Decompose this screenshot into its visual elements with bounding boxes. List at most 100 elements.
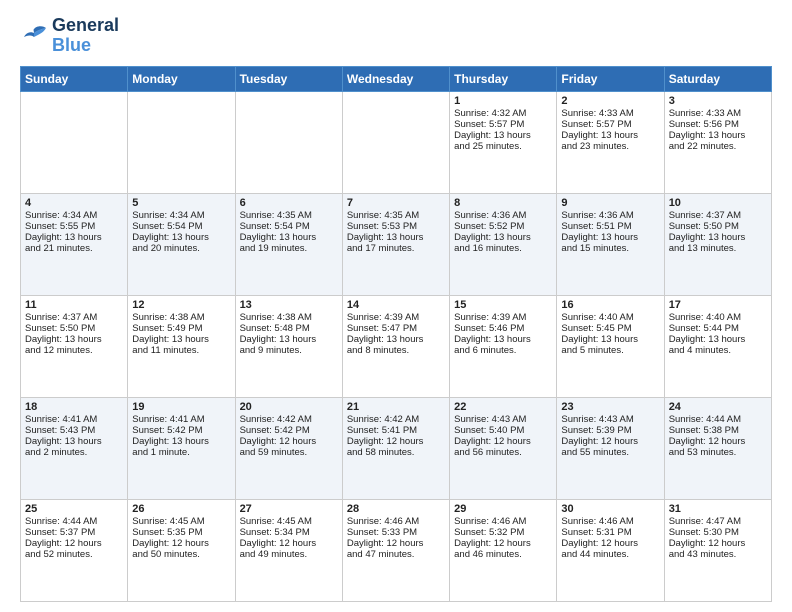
day-info: and 44 minutes. [561, 549, 659, 560]
calendar-cell: 30Sunrise: 4:46 AMSunset: 5:31 PMDayligh… [557, 499, 664, 601]
calendar-cell: 5Sunrise: 4:34 AMSunset: 5:54 PMDaylight… [128, 193, 235, 295]
header-tuesday: Tuesday [235, 66, 342, 91]
day-number: 12 [132, 299, 230, 311]
day-info: Daylight: 13 hours [132, 436, 230, 447]
day-number: 24 [669, 401, 767, 413]
day-info: Sunrise: 4:44 AM [25, 516, 123, 527]
day-info: and 25 minutes. [454, 141, 552, 152]
day-info: Sunrise: 4:44 AM [669, 414, 767, 425]
day-info: Sunset: 5:32 PM [454, 527, 552, 538]
calendar-cell: 3Sunrise: 4:33 AMSunset: 5:56 PMDaylight… [664, 91, 771, 193]
day-number: 21 [347, 401, 445, 413]
day-info: and 15 minutes. [561, 243, 659, 254]
day-number: 27 [240, 503, 338, 515]
day-info: Sunset: 5:45 PM [561, 323, 659, 334]
day-info: Sunset: 5:42 PM [132, 425, 230, 436]
calendar-cell: 14Sunrise: 4:39 AMSunset: 5:47 PMDayligh… [342, 295, 449, 397]
day-number: 10 [669, 197, 767, 209]
day-info: Sunrise: 4:32 AM [454, 108, 552, 119]
calendar-week-row: 1Sunrise: 4:32 AMSunset: 5:57 PMDaylight… [21, 91, 772, 193]
day-number: 4 [25, 197, 123, 209]
day-info: Sunset: 5:56 PM [669, 119, 767, 130]
day-info: and 9 minutes. [240, 345, 338, 356]
day-info: Daylight: 13 hours [669, 130, 767, 141]
day-info: Sunset: 5:33 PM [347, 527, 445, 538]
calendar-cell: 16Sunrise: 4:40 AMSunset: 5:45 PMDayligh… [557, 295, 664, 397]
calendar-cell: 22Sunrise: 4:43 AMSunset: 5:40 PMDayligh… [450, 397, 557, 499]
day-info: Daylight: 12 hours [454, 538, 552, 549]
header-monday: Monday [128, 66, 235, 91]
day-number: 18 [25, 401, 123, 413]
day-number: 29 [454, 503, 552, 515]
calendar-cell: 19Sunrise: 4:41 AMSunset: 5:42 PMDayligh… [128, 397, 235, 499]
calendar-cell: 20Sunrise: 4:42 AMSunset: 5:42 PMDayligh… [235, 397, 342, 499]
day-info: Daylight: 13 hours [132, 232, 230, 243]
day-info: Sunset: 5:46 PM [454, 323, 552, 334]
calendar-cell: 28Sunrise: 4:46 AMSunset: 5:33 PMDayligh… [342, 499, 449, 601]
day-info: Daylight: 13 hours [669, 232, 767, 243]
day-info: Daylight: 13 hours [454, 334, 552, 345]
day-info: Daylight: 13 hours [347, 232, 445, 243]
day-info: and 52 minutes. [25, 549, 123, 560]
day-number: 28 [347, 503, 445, 515]
day-info: Sunrise: 4:37 AM [25, 312, 123, 323]
day-info: Sunset: 5:34 PM [240, 527, 338, 538]
day-info: Daylight: 13 hours [561, 334, 659, 345]
day-number: 30 [561, 503, 659, 515]
calendar-cell: 8Sunrise: 4:36 AMSunset: 5:52 PMDaylight… [450, 193, 557, 295]
day-info: and 8 minutes. [347, 345, 445, 356]
day-info: Sunrise: 4:40 AM [669, 312, 767, 323]
calendar-week-row: 11Sunrise: 4:37 AMSunset: 5:50 PMDayligh… [21, 295, 772, 397]
day-info: Sunset: 5:49 PM [132, 323, 230, 334]
day-info: Daylight: 13 hours [454, 130, 552, 141]
day-number: 1 [454, 95, 552, 107]
day-info: and 2 minutes. [25, 447, 123, 458]
day-info: Daylight: 12 hours [132, 538, 230, 549]
day-info: Sunrise: 4:46 AM [561, 516, 659, 527]
day-number: 20 [240, 401, 338, 413]
day-info: Sunrise: 4:43 AM [561, 414, 659, 425]
day-info: and 4 minutes. [669, 345, 767, 356]
day-info: and 17 minutes. [347, 243, 445, 254]
day-info: Sunrise: 4:33 AM [669, 108, 767, 119]
calendar-cell: 31Sunrise: 4:47 AMSunset: 5:30 PMDayligh… [664, 499, 771, 601]
logo-blue: Blue [52, 36, 119, 56]
day-info: Daylight: 13 hours [25, 334, 123, 345]
day-info: Sunset: 5:40 PM [454, 425, 552, 436]
day-info: Daylight: 13 hours [669, 334, 767, 345]
day-info: Daylight: 13 hours [347, 334, 445, 345]
day-info: Sunset: 5:47 PM [347, 323, 445, 334]
day-number: 17 [669, 299, 767, 311]
day-info: Sunset: 5:39 PM [561, 425, 659, 436]
header: General Blue [20, 16, 772, 56]
day-number: 15 [454, 299, 552, 311]
calendar-cell: 11Sunrise: 4:37 AMSunset: 5:50 PMDayligh… [21, 295, 128, 397]
calendar-cell: 18Sunrise: 4:41 AMSunset: 5:43 PMDayligh… [21, 397, 128, 499]
day-number: 31 [669, 503, 767, 515]
day-info: and 53 minutes. [669, 447, 767, 458]
day-info: and 55 minutes. [561, 447, 659, 458]
day-info: Sunrise: 4:45 AM [132, 516, 230, 527]
day-number: 2 [561, 95, 659, 107]
header-wednesday: Wednesday [342, 66, 449, 91]
day-info: Sunrise: 4:36 AM [561, 210, 659, 221]
day-info: Sunrise: 4:34 AM [132, 210, 230, 221]
calendar-cell: 15Sunrise: 4:39 AMSunset: 5:46 PMDayligh… [450, 295, 557, 397]
day-info: Sunset: 5:42 PM [240, 425, 338, 436]
day-info: Sunset: 5:51 PM [561, 221, 659, 232]
header-sunday: Sunday [21, 66, 128, 91]
day-info: Sunrise: 4:34 AM [25, 210, 123, 221]
day-info: Sunrise: 4:43 AM [454, 414, 552, 425]
day-info: Sunrise: 4:38 AM [132, 312, 230, 323]
calendar-cell: 29Sunrise: 4:46 AMSunset: 5:32 PMDayligh… [450, 499, 557, 601]
calendar-week-row: 25Sunrise: 4:44 AMSunset: 5:37 PMDayligh… [21, 499, 772, 601]
day-number: 23 [561, 401, 659, 413]
day-info: Sunset: 5:30 PM [669, 527, 767, 538]
day-info: and 20 minutes. [132, 243, 230, 254]
calendar-cell: 6Sunrise: 4:35 AMSunset: 5:54 PMDaylight… [235, 193, 342, 295]
day-info: Daylight: 13 hours [240, 232, 338, 243]
day-number: 13 [240, 299, 338, 311]
day-info: Sunrise: 4:35 AM [240, 210, 338, 221]
logo-general: General [52, 16, 119, 36]
header-friday: Friday [557, 66, 664, 91]
